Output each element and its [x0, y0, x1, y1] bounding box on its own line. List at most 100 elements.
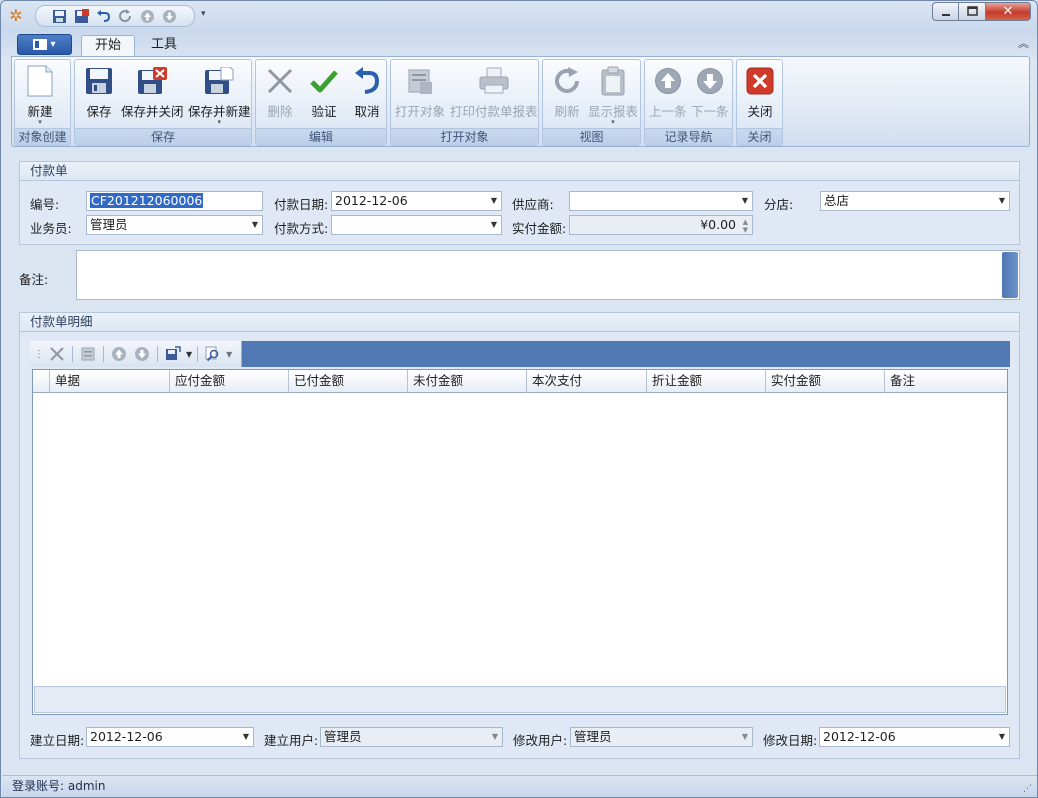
qat-save-icon[interactable] [50, 7, 69, 26]
next-record-button[interactable]: 下一条 [691, 65, 729, 120]
column-header-payable[interactable]: 应付金额 [170, 370, 289, 393]
grid-move-down-icon[interactable] [132, 344, 152, 364]
dropdown-arrow-icon[interactable]: ▼ [491, 192, 497, 210]
qat-customize-icon[interactable]: ▾ [201, 9, 206, 19]
column-header-document[interactable]: 单据 [50, 370, 170, 393]
grid-export-icon[interactable] [163, 344, 183, 364]
show-report-button[interactable]: 显示报表 ▾ [588, 65, 638, 126]
application-menu-button[interactable]: ▾ [17, 34, 72, 55]
qat-next-icon[interactable] [160, 7, 179, 26]
login-account-text: 登录账号: admin [12, 779, 106, 793]
branch-label: 分店: [764, 197, 794, 212]
ribbon-group-save: 保存 保存并关闭 保存并新建 ▾ 保存 [74, 59, 252, 146]
save-and-new-button[interactable]: 保存并新建 ▾ [188, 65, 251, 126]
save-icon [83, 65, 115, 97]
dropdown-arrow-icon[interactable]: ▼ [999, 192, 1005, 210]
ribbon-collapse-icon[interactable]: ︽ [1018, 35, 1029, 51]
save-and-close-button[interactable]: 保存并关闭 [121, 65, 184, 120]
remark-textarea[interactable] [76, 250, 1020, 300]
qat-undo-icon[interactable] [94, 7, 113, 26]
dropdown-arrow-icon: ▾ [217, 118, 222, 126]
new-button[interactable]: 新建 ▾ [24, 65, 56, 126]
minimize-button[interactable] [932, 2, 959, 21]
clipboard-icon [597, 65, 629, 97]
window-close-button[interactable]: ✕ [986, 2, 1031, 21]
status-bar: 登录账号: admin ⋰ [2, 775, 1037, 797]
paid-amount-label: 实付金额: [512, 221, 567, 236]
code-field[interactable]: CF201212060006 [86, 191, 263, 211]
modified-date-field[interactable]: 2012-12-06 ▼ [819, 727, 1010, 747]
column-header-paid[interactable]: 已付金额 [289, 370, 408, 393]
maximize-button[interactable] [959, 2, 986, 21]
print-report-button[interactable]: 打印付款单报表 [450, 65, 538, 120]
previous-record-button[interactable]: 上一条 [649, 65, 687, 120]
column-header-remark[interactable]: 备注 [885, 370, 1005, 393]
ribbon: 新建 ▾ 对象创建 保存 保存并关闭 保存并新建 ▾ 保存 删除 验证 取消 编… [11, 56, 1030, 147]
save-button[interactable]: 保存 [83, 65, 115, 120]
dropdown-arrow-icon: ▾ [611, 118, 615, 126]
payment-date-field[interactable]: 2012-12-06 ▼ [331, 191, 502, 211]
toolbar-separator [197, 346, 199, 362]
dropdown-arrow-icon[interactable]: ▼ [491, 216, 497, 234]
chevron-down-icon[interactable]: ▼ [186, 350, 192, 359]
maximize-icon [966, 6, 978, 16]
grid-toolbar-buttons: ⋮ ▼ ▼ [30, 341, 242, 367]
grid-toolbar: ⋮ ▼ ▼ [30, 341, 1010, 367]
ribbon-group-close: 关闭 关闭 [736, 59, 783, 146]
chevron-down-icon: ▾ [50, 39, 56, 50]
dropdown-arrow-icon[interactable]: ▼ [252, 216, 258, 234]
remark-scrollbar[interactable] [1002, 252, 1018, 298]
branch-field[interactable]: 总店 ▼ [820, 191, 1010, 211]
cancel-button-label: 取消 [354, 104, 380, 119]
group-label-create: 对象创建 [15, 128, 70, 145]
minimize-icon [941, 13, 950, 16]
open-object-button[interactable]: 打开对象 [395, 65, 445, 120]
new-document-icon [24, 65, 56, 97]
paid-amount-value: ¥0.00 [700, 217, 736, 232]
qat-previous-icon[interactable] [138, 7, 157, 26]
close-button[interactable]: 关闭 [744, 65, 776, 120]
grid-search-icon[interactable] [203, 344, 223, 364]
refresh-button-label: 刷新 [554, 104, 580, 119]
printer-icon [478, 65, 510, 97]
app-menu-icon [33, 39, 48, 50]
refresh-button[interactable]: 刷新 [551, 65, 583, 120]
grid-delete-icon[interactable] [47, 344, 67, 364]
qat-save-close-icon[interactable] [72, 7, 91, 26]
dropdown-arrow-icon: ▼ [491, 732, 498, 741]
arrow-down-icon [694, 65, 726, 97]
payment-method-label: 付款方式: [274, 221, 329, 236]
delete-button[interactable]: 删除 [264, 65, 296, 120]
column-header-actual-paid[interactable]: 实付金额 [766, 370, 885, 393]
grid-edit-icon[interactable] [78, 344, 98, 364]
previous-record-label: 上一条 [649, 104, 687, 119]
column-header-this-payment[interactable]: 本次支付 [527, 370, 647, 393]
qat-refresh-icon[interactable] [116, 7, 135, 26]
modified-user-field: 管理员 ▼ [570, 727, 753, 747]
created-user-label: 建立用户: [264, 733, 319, 748]
dropdown-arrow-icon[interactable]: ▼ [243, 728, 249, 746]
clerk-field[interactable]: 管理员 ▼ [86, 215, 263, 235]
cancel-button[interactable]: 取消 [351, 65, 383, 120]
tab-start[interactable]: 开始 [81, 35, 136, 56]
tab-tools[interactable]: 工具 [138, 35, 190, 56]
column-header-discount[interactable]: 折让金额 [647, 370, 766, 393]
created-date-field[interactable]: 2012-12-06 ▼ [86, 727, 254, 747]
dropdown-arrow-icon[interactable]: ▼ [742, 192, 748, 210]
main-window: ✲ ▾ ✕ ▾ 开始 工具 ︽ 新建 ▾ 对象创建 保存 保存并关闭 保存并新建… [0, 0, 1038, 798]
supplier-field[interactable]: ▼ [569, 191, 753, 211]
save-new-icon [203, 65, 235, 97]
column-header-unpaid[interactable]: 未付金额 [408, 370, 527, 393]
chevron-down-icon[interactable]: ▼ [226, 350, 232, 359]
group-label-close: 关闭 [737, 128, 782, 145]
paid-amount-field: ¥0.00 ▲ ▼ [569, 215, 753, 235]
save-and-close-label: 保存并关闭 [121, 104, 184, 119]
payment-method-field[interactable]: ▼ [331, 215, 502, 235]
branch-value: 总店 [824, 193, 850, 208]
validate-button[interactable]: 验证 [308, 65, 340, 120]
grid-move-up-icon[interactable] [109, 344, 129, 364]
dropdown-arrow-icon[interactable]: ▼ [999, 728, 1005, 746]
resize-grip-icon[interactable]: ⋰ [1023, 779, 1032, 797]
app-logo-icon[interactable]: ✲ [7, 7, 25, 25]
code-value: CF201212060006 [90, 193, 204, 208]
